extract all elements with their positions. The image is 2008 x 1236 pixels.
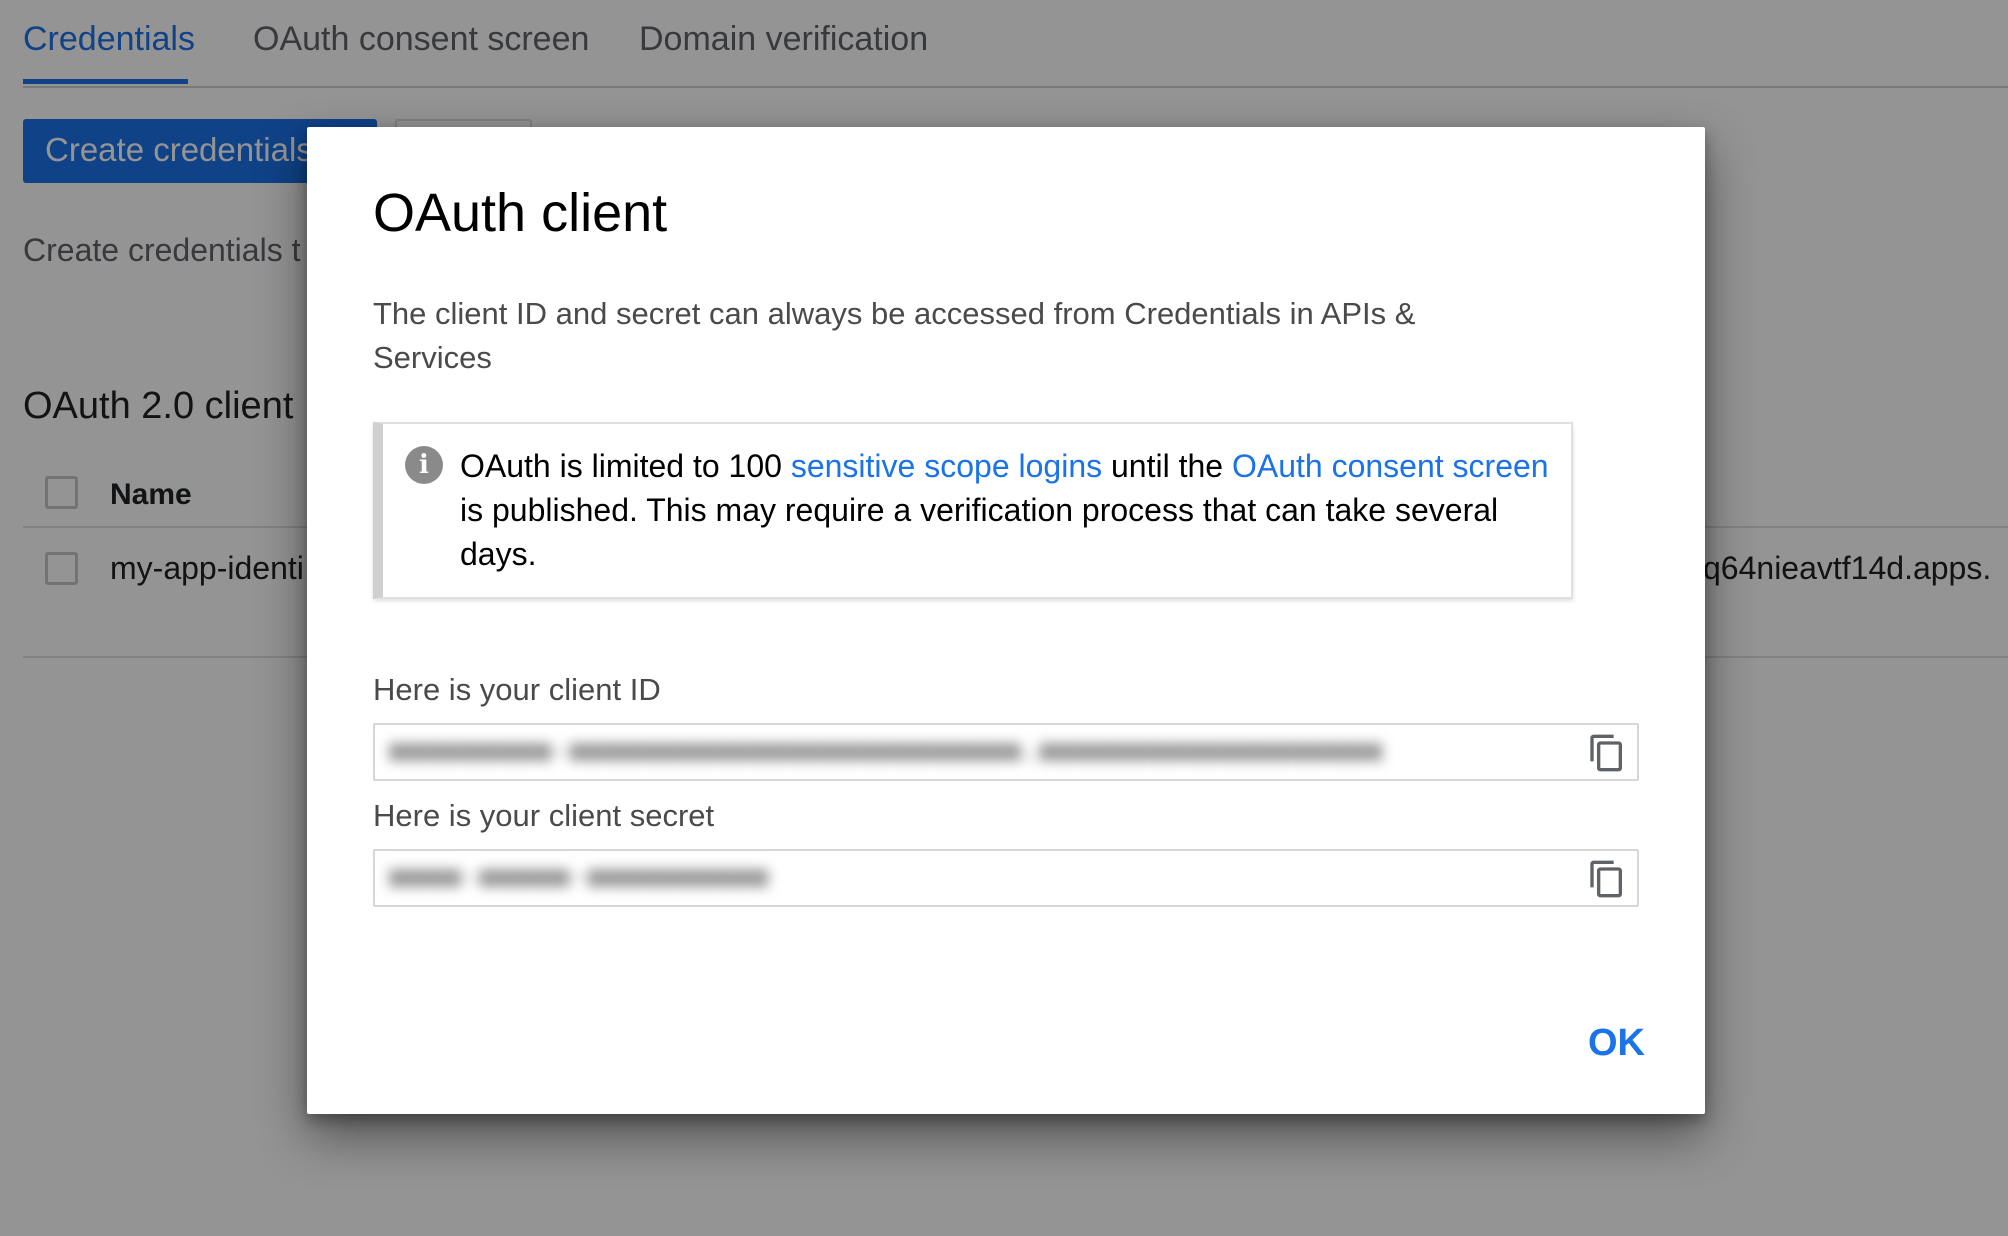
oauth-client-dialog: OAuth client The client ID and secret ca… bbox=[307, 127, 1705, 1114]
dialog-title: OAuth client bbox=[373, 183, 668, 243]
ok-button[interactable]: OK bbox=[1588, 1022, 1645, 1065]
copy-icon[interactable] bbox=[1587, 733, 1627, 773]
client-id-label: Here is your client ID bbox=[373, 672, 661, 707]
notice-text-part: OAuth is limited to 100 bbox=[460, 448, 791, 484]
client-secret-field[interactable]: ■■■■-■■■■■-■■■■■■■■■■ bbox=[373, 849, 1639, 907]
dialog-description: The client ID and secret can always be a… bbox=[373, 296, 1416, 375]
client-id-field[interactable]: ■■■■■■■■■-■■■■■■■■■■■■■■■■■■■■■■■■■.■■■■… bbox=[373, 723, 1639, 781]
notice-text-part: until the bbox=[1102, 448, 1232, 484]
notice-text: OAuth is limited to 100 sensitive scope … bbox=[460, 444, 1560, 576]
copy-icon[interactable] bbox=[1587, 859, 1627, 899]
sensitive-scope-logins-link[interactable]: sensitive scope logins bbox=[791, 448, 1102, 484]
notice-text-part: is published. This may require a verific… bbox=[460, 492, 1499, 572]
client-secret-label: Here is your client secret bbox=[373, 798, 715, 833]
client-id-value[interactable]: ■■■■■■■■■-■■■■■■■■■■■■■■■■■■■■■■■■■.■■■■… bbox=[389, 733, 1382, 768]
client-secret-value[interactable]: ■■■■-■■■■■-■■■■■■■■■■ bbox=[389, 859, 768, 894]
info-notice: i OAuth is limited to 100 sensitive scop… bbox=[373, 422, 1573, 599]
oauth-consent-screen-link[interactable]: OAuth consent screen bbox=[1232, 448, 1549, 484]
info-icon: i bbox=[405, 446, 443, 484]
